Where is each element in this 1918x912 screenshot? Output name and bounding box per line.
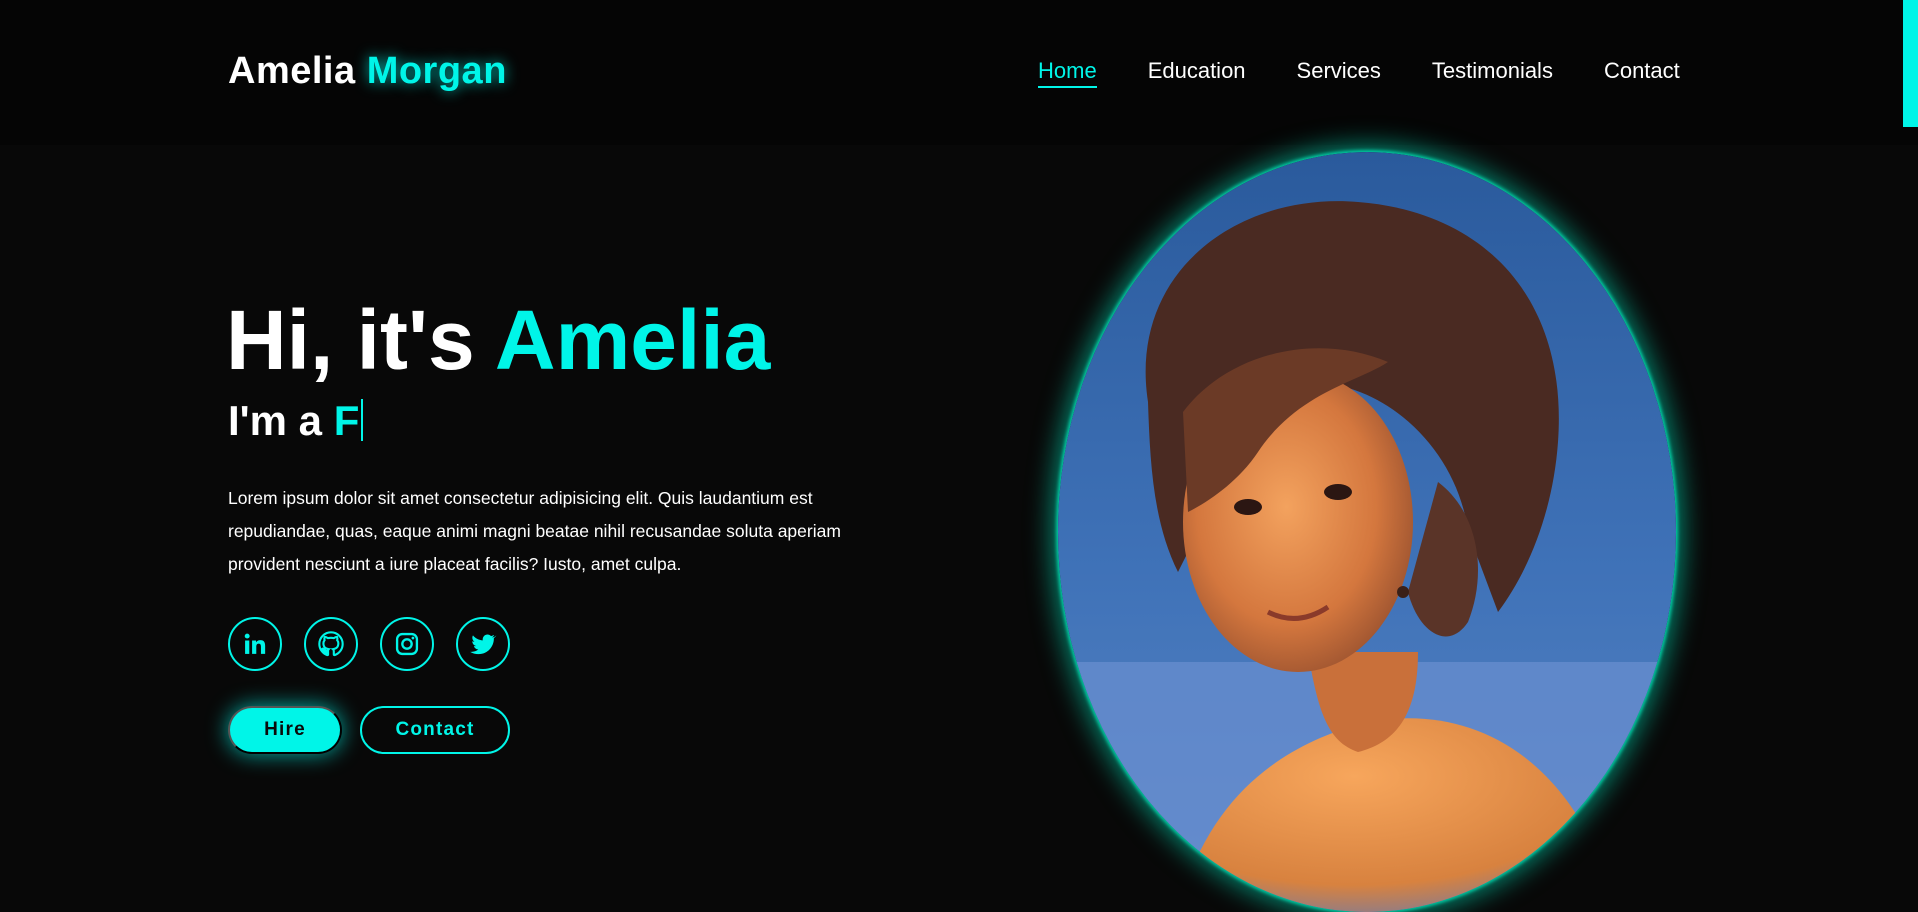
hero-name: Amelia xyxy=(494,293,771,387)
site-header: Amelia Morgan Home Education Services Te… xyxy=(0,0,1918,145)
contact-button[interactable]: Contact xyxy=(360,706,510,754)
instagram-link[interactable] xyxy=(380,617,434,671)
nav-home[interactable]: Home xyxy=(1038,58,1097,88)
hire-button[interactable]: Hire xyxy=(228,706,342,754)
twitter-link[interactable] xyxy=(456,617,510,671)
nav-contact[interactable]: Contact xyxy=(1604,58,1680,88)
logo-last-name: Morgan xyxy=(366,50,507,92)
portrait-illustration xyxy=(1058,152,1676,912)
github-icon xyxy=(318,631,344,657)
nav-education[interactable]: Education xyxy=(1148,58,1246,88)
typing-caret xyxy=(361,399,364,441)
linkedin-icon xyxy=(244,633,266,654)
subtitle-prefix: I'm a xyxy=(228,397,323,444)
logo-first-name: Amelia xyxy=(228,50,356,92)
github-link[interactable] xyxy=(304,617,358,671)
hero-subtitle: I'm a F xyxy=(228,397,364,444)
hero-description: Lorem ipsum dolor sit amet consectetur a… xyxy=(228,488,841,574)
linkedin-link[interactable] xyxy=(228,617,282,671)
social-links xyxy=(228,617,510,671)
typed-role: F xyxy=(333,397,360,444)
logo[interactable]: Amelia Morgan xyxy=(228,50,507,93)
nav-testimonials[interactable]: Testimonials xyxy=(1432,58,1553,88)
twitter-icon xyxy=(470,634,497,655)
hero-greeting: Hi, it's xyxy=(226,293,475,387)
profile-photo xyxy=(1058,152,1676,912)
nav-services[interactable]: Services xyxy=(1297,58,1381,88)
main-nav: Home Education Services Testimonials Con… xyxy=(1038,58,1680,88)
scroll-indicator[interactable] xyxy=(1903,0,1918,127)
instagram-icon xyxy=(395,632,419,656)
hero-title: Hi, it's Amelia xyxy=(226,298,770,382)
